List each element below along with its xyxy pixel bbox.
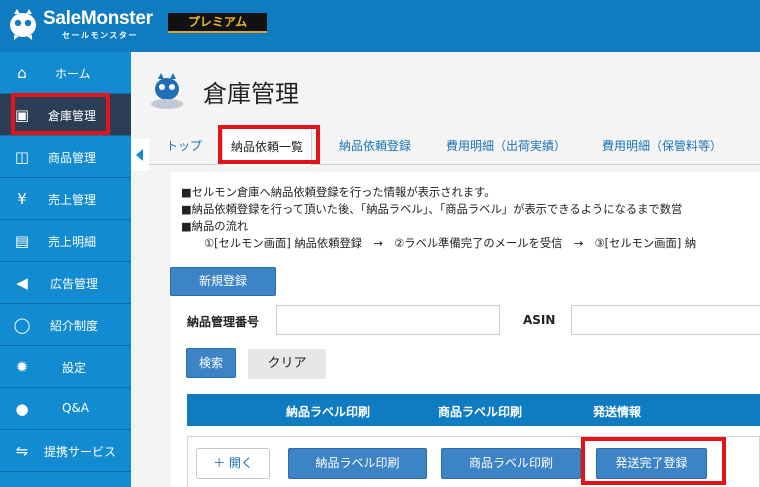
highlight-ship-complete-button xyxy=(581,437,726,485)
megaphone-icon: ◀ xyxy=(16,274,28,292)
home-icon: ⌂ xyxy=(17,64,27,82)
sidebar-item-referral[interactable]: ◯ 紹介制度 xyxy=(0,304,131,346)
logo-title[interactable]: SaleMonster xyxy=(43,8,153,30)
sidebar-item-label: 商品管理 xyxy=(48,151,97,165)
new-register-button[interactable]: 新規登録 xyxy=(170,267,276,296)
tab-cost-storage[interactable]: 費用明細（保管料等） xyxy=(602,137,722,154)
clear-button[interactable]: クリア xyxy=(248,349,326,379)
warehouse-monster-icon xyxy=(151,73,183,109)
open-row-button[interactable]: ＋ 開く xyxy=(196,448,270,479)
info-notes: ■セルモン倉庫へ納品依頼登録を行った情報が表示されます。 ■納品依頼登録を行って… xyxy=(181,184,696,252)
handshake-icon: ⇋ xyxy=(15,442,29,460)
sidebar-item-ads[interactable]: ◀ 広告管理 xyxy=(0,262,131,304)
sidebar-collapse-arrow-icon[interactable] xyxy=(131,139,149,171)
sidebar-item-qa[interactable]: ● Q&A xyxy=(0,388,131,430)
table-header: 納品ラベル印刷 商品ラベル印刷 発送情報 xyxy=(187,394,760,426)
comments-icon: ● xyxy=(15,400,29,418)
page-title: 倉庫管理 xyxy=(203,80,299,108)
sidebar-item-home[interactable]: ⌂ ホーム xyxy=(0,52,131,94)
sidebar-item-label: 紹介制度 xyxy=(50,319,99,333)
delivery-id-input[interactable] xyxy=(276,305,500,335)
tab-delivery-register[interactable]: 納品依頼登録 xyxy=(339,137,411,154)
sidebar-item-settings[interactable]: ✹ 設定 xyxy=(0,346,131,388)
monster-logo-icon[interactable] xyxy=(8,8,38,40)
chat-bubble-icon: ◯ xyxy=(13,316,31,334)
column-header: 発送情報 xyxy=(593,405,642,419)
column-header: 商品ラベル印刷 xyxy=(438,405,523,419)
note-line: ■納品依頼登録を行って頂いた後、「納品ラベル」、「商品ラベル」が表示できるように… xyxy=(181,203,683,216)
sidebar-item-sales-detail[interactable]: ▤ 売上明細 xyxy=(0,220,131,262)
tab-top[interactable]: トップ xyxy=(166,137,202,154)
search-button[interactable]: 検索 xyxy=(186,348,236,378)
column-header: 納品ラベル印刷 xyxy=(286,405,371,419)
sidebar-item-sales[interactable]: ¥ 売上管理 xyxy=(0,178,131,220)
delivery-label-print-button[interactable]: 納品ラベル印刷 xyxy=(288,448,427,479)
sidebar-item-label: Q&A xyxy=(62,401,90,415)
sidebar-item-label: 売上明細 xyxy=(48,235,97,249)
note-line: ■納品の流れ xyxy=(181,220,249,233)
logo-subtitle: セールモンスター xyxy=(62,31,138,40)
tab-cost-shipping[interactable]: 費用明細（出荷実績） xyxy=(446,137,566,154)
sidebar-item-label: 提携サービス xyxy=(44,445,117,459)
sidebar-item-label: ホーム xyxy=(55,67,91,81)
asin-input[interactable] xyxy=(571,305,760,335)
asin-label: ASIN xyxy=(523,313,556,327)
product-label-print-button[interactable]: 商品ラベル印刷 xyxy=(441,448,581,479)
plan-badge: プレミアム xyxy=(168,13,267,33)
top-header: SaleMonster セールモンスター プレミアム xyxy=(0,0,760,52)
sidebar-item-partner-services[interactable]: ⇋ 提携サービス xyxy=(0,430,131,472)
note-line: ■セルモン倉庫へ納品依頼登録を行った情報が表示されます。 xyxy=(181,186,496,199)
delivery-id-label: 納品管理番号 xyxy=(187,315,260,329)
gear-icon: ✹ xyxy=(15,358,29,376)
note-line: ①[セルモン画面] 納品依頼登録 → ②ラベル準備完了のメールを受信 → ③[セ… xyxy=(204,237,697,250)
gift-icon: ◫ xyxy=(14,148,30,166)
yen-icon: ¥ xyxy=(17,190,27,208)
sidebar-item-label: 設定 xyxy=(62,361,87,375)
highlight-sidebar-warehouse xyxy=(11,93,110,135)
sidebar-item-label: 広告管理 xyxy=(50,277,99,291)
sidebar-item-products[interactable]: ◫ 商品管理 xyxy=(0,136,131,178)
sidebar-item-label: 売上管理 xyxy=(48,193,97,207)
highlight-tab-delivery-list xyxy=(218,125,320,164)
document-icon: ▤ xyxy=(14,232,30,250)
